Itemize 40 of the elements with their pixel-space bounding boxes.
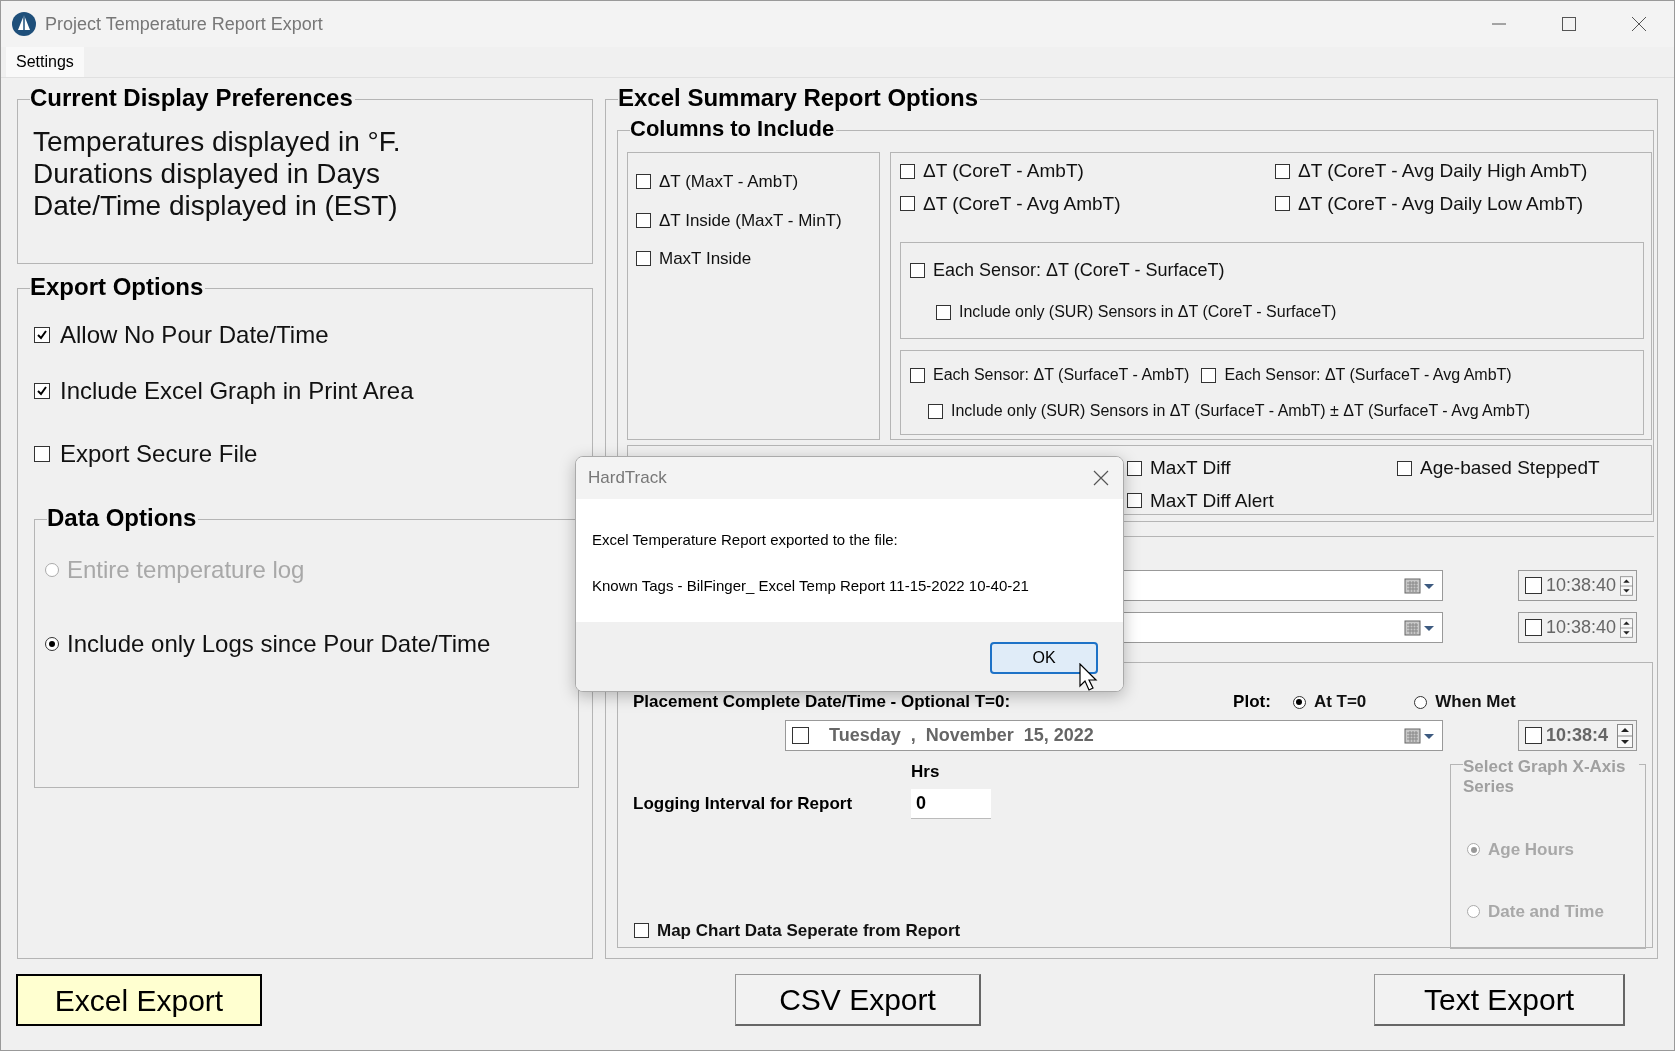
logging-interval-label: Logging Interval for Report — [633, 792, 854, 815]
dialog-message: Excel Temperature Report exported to the file: — [592, 530, 898, 550]
checkbox-label: ΔT (CoreT - Avg Daily Low AmbT) — [1298, 191, 1584, 216]
checkbox-label: Map Chart Data Seperate from Report — [657, 919, 961, 942]
checkbox-label: ΔT Inside (MaxT - MinT) — [659, 209, 842, 232]
radio-label: Age Hours — [1488, 839, 1574, 861]
checkbox-label: ΔT (CoreT - Avg Daily High AmbT) — [1298, 159, 1588, 183]
time-value: 10:38:40 — [1546, 616, 1617, 639]
radio-label: Entire temperature log — [67, 555, 305, 585]
checkbox-label: Each Sensor: ΔT (SurfaceT - AmbT) — [933, 365, 1190, 385]
preference-line: Temperatures displayed in °F. — [33, 126, 401, 158]
time-value: 10:38:40 — [1546, 574, 1617, 597]
checkbox-label: Each Sensor: ΔT (SurfaceT - Avg AmbT) — [1224, 365, 1512, 385]
checkbox-label: ΔT (MaxT - AmbT) — [659, 171, 799, 193]
radio-label: Include only Logs since Pour Date/Time — [67, 629, 491, 659]
checkbox-label: MaxT Inside — [659, 248, 752, 270]
time-value: 10:38:4 — [1546, 724, 1609, 747]
checkbox-label: Each Sensor: ΔT (CoreT - SurfaceT) — [933, 259, 1225, 282]
placement-label: Placement Complete Date/Time - Optional T=0: — [633, 691, 1011, 714]
radio-label: When Met — [1435, 691, 1516, 714]
window-title: Project Temperature Report Export — [45, 12, 323, 36]
radio-label: At T=0 — [1313, 691, 1367, 714]
plot-label: Plot: — [1233, 691, 1271, 714]
checkbox-label: ΔT (CoreT - Avg AmbT) — [923, 191, 1121, 216]
date-value: Tuesday , November 15, 2022 — [829, 724, 1094, 747]
checkbox-label: Export Secure File — [60, 439, 258, 469]
preference-line: Durations displayed in Days — [33, 158, 381, 190]
file-name: Known Tags - BilFinger_ Excel Temp Report 11-15-2022 10-40-21 — [592, 575, 1029, 596]
unit-label: Hrs — [911, 761, 940, 783]
checkbox-label: ΔT (CoreT - AmbT) — [923, 159, 1084, 183]
radio-label: Date and Time — [1488, 900, 1604, 923]
dialog-title: HardTrack — [588, 467, 667, 490]
checkbox-label: Include Excel Graph in Print Area — [60, 376, 414, 406]
checkbox-label: Allow No Pour Date/Time — [60, 320, 329, 350]
checkbox-label: Include only (SUR) Sensors in ΔT (SurfaceT - AmbT) ± ΔT (SurfaceT - Avg AmbT) — [951, 401, 1531, 421]
preference-line: Date/Time displayed in (EST) — [33, 190, 398, 222]
checkbox-label: MaxT Diff — [1150, 456, 1231, 480]
checkbox-label: Age-based SteppedT — [1420, 456, 1600, 480]
checkbox-label: Include only (SUR) Sensors in ΔT (CoreT - SurfaceT) — [959, 302, 1337, 322]
checkbox-label: MaxT Diff Alert — [1150, 488, 1274, 513]
